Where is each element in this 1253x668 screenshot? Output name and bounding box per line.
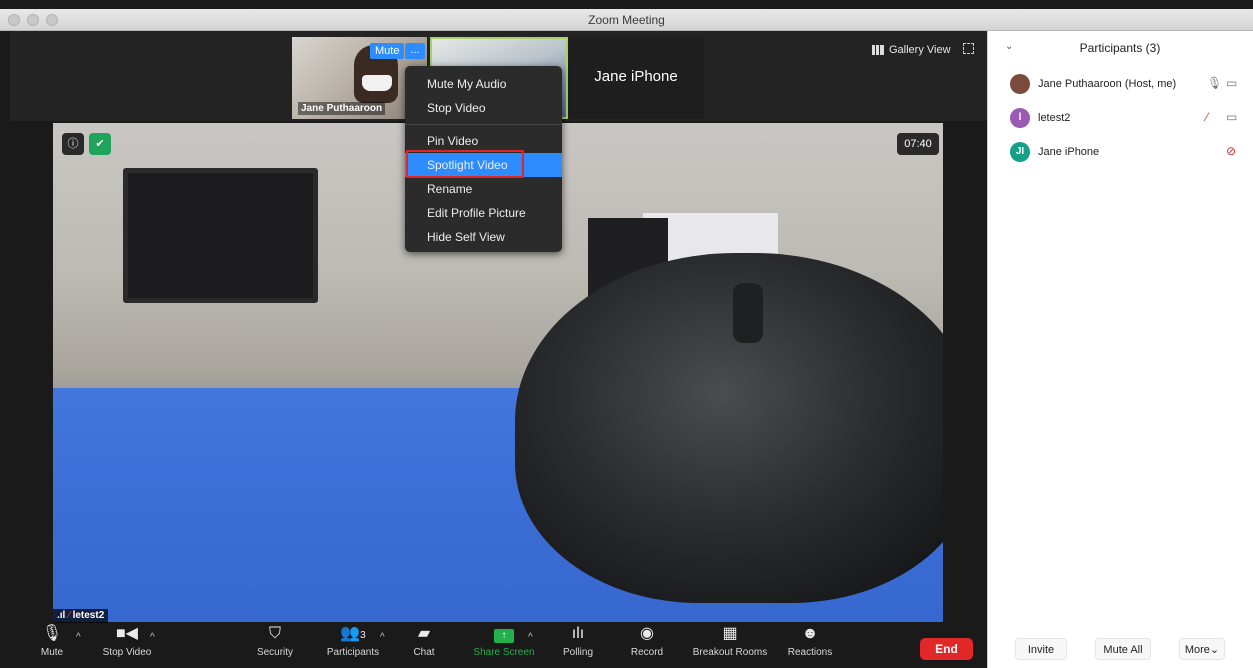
microphone-icon: 🎙	[41, 625, 63, 642]
video-on-icon[interactable]: ▭	[1226, 110, 1237, 124]
video-camera-icon: ■◀	[116, 625, 138, 642]
avatar: l	[1010, 108, 1030, 128]
more-label: More	[1184, 644, 1210, 656]
shield-icon: ⛉	[268, 625, 281, 642]
title-bar: Zoom Meeting	[0, 9, 1253, 31]
chat-bubble-icon: ▰	[417, 625, 431, 642]
mute-all-button[interactable]: Mute All	[1095, 638, 1151, 660]
thumbnail-name-jane-iphone: Jane iPhone	[594, 68, 678, 85]
shield-check-icon[interactable]: ✔	[89, 133, 111, 155]
more-button[interactable]: More⌄	[1179, 638, 1225, 660]
participant-row[interactable]: l letest2	[1010, 107, 1070, 129]
grid-icon	[872, 45, 884, 55]
speaker-name-tag: .ıl ⁄ letest2	[53, 609, 109, 623]
emoji-icon: ☻	[801, 625, 819, 642]
participant-row[interactable]: Jane Puthaaroon (Host, me)	[1010, 73, 1176, 95]
avatar: JI	[1010, 142, 1030, 162]
avatar	[1010, 74, 1030, 94]
participant-name: Jane Puthaaroon (Host, me)	[1038, 78, 1177, 90]
participants-panel-title: Participants (3)	[1079, 41, 1161, 55]
security-button[interactable]: ⛉ Security	[255, 623, 295, 658]
participant-name: Jane iPhone	[1038, 146, 1100, 158]
menu-item-hide-self-view[interactable]: Hide Self View	[405, 225, 562, 249]
menu-item-edit-profile-picture[interactable]: Edit Profile Picture	[405, 201, 562, 225]
audio-options-caret[interactable]: ^	[76, 632, 81, 643]
menu-divider	[405, 124, 562, 125]
breakout-rooms-button[interactable]: ▦ Breakout Rooms	[688, 623, 772, 658]
breakout-grid-icon: ▦	[722, 625, 738, 642]
record-icon: ◉	[640, 625, 654, 642]
menu-item-stop-video[interactable]: Stop Video	[405, 96, 562, 120]
reactions-button[interactable]: ☻ Reactions	[785, 623, 835, 658]
zoom-window: Zoom Meeting Jane Puthaaroon Mute ... Ja…	[0, 0, 1253, 668]
menu-item-mute-my-audio[interactable]: Mute My Audio	[405, 72, 562, 96]
invite-button[interactable]: Invite	[1015, 638, 1067, 660]
meeting-timer: 07:40	[897, 133, 939, 155]
bar-chart-icon: ılı	[571, 625, 585, 642]
chat-button[interactable]: ▰ Chat	[412, 623, 436, 658]
mic-muted-icon: ⁄	[68, 610, 70, 621]
mouse-wheel	[733, 283, 763, 343]
computer-mouse	[515, 253, 943, 603]
thumbnail-mute-button[interactable]: Mute	[370, 43, 405, 59]
chevron-down-icon: ⌄	[1209, 644, 1220, 656]
background-monitor	[123, 168, 318, 303]
mic-muted-icon[interactable]: ⁄	[1206, 110, 1208, 124]
face-mask	[362, 75, 392, 91]
thumbnail-name: Jane Puthaaroon	[298, 102, 386, 115]
fullscreen-icon[interactable]	[963, 43, 974, 54]
signal-icon: .ıl	[57, 610, 66, 621]
menu-item-rename[interactable]: Rename	[405, 177, 562, 201]
participant-row[interactable]: JI Jane iPhone	[1010, 141, 1099, 163]
mic-on-icon[interactable]: 🎙	[1207, 76, 1222, 90]
participants-button[interactable]: 👥3 Participants	[322, 623, 384, 658]
gallery-view-label: Gallery View	[889, 44, 951, 56]
end-meeting-button[interactable]: End	[920, 638, 973, 660]
mute-button[interactable]: 🎙 Mute	[36, 623, 68, 658]
annotation-highlight-box	[406, 150, 524, 178]
video-on-icon[interactable]: ▭	[1226, 76, 1237, 90]
stop-video-button[interactable]: ■◀ Stop Video	[98, 623, 156, 658]
participant-name: letest2	[1038, 112, 1071, 124]
speaker-name: letest2	[72, 610, 105, 621]
video-off-icon[interactable]: ⊘	[1226, 144, 1236, 158]
thumbnail-more-button[interactable]: ...	[405, 43, 425, 59]
video-options-caret[interactable]: ^	[150, 632, 155, 643]
window-title: Zoom Meeting	[588, 13, 665, 27]
share-options-caret[interactable]: ^	[528, 632, 533, 643]
record-button[interactable]: ◉ Record	[628, 623, 666, 658]
participants-options-caret[interactable]: ^	[380, 632, 385, 643]
people-icon: 👥3	[340, 625, 366, 642]
gallery-view-button[interactable]: Gallery View	[872, 44, 951, 56]
polling-button[interactable]: ılı Polling	[560, 623, 596, 658]
info-icon[interactable]: ⓘ	[62, 133, 84, 155]
participants-count: 3	[360, 630, 366, 641]
